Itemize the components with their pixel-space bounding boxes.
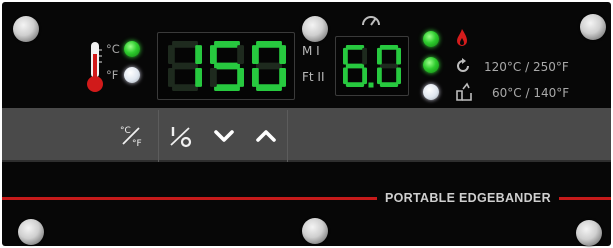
button-divider: [287, 110, 288, 162]
temperature-digit-1-segment-d: [172, 84, 198, 91]
temperature-digit-3-segment-g: [256, 62, 282, 70]
temperature-digit-2-segment-d: [214, 84, 240, 91]
temperature-digit-1-segment-a: [172, 41, 198, 48]
screw-icon: [576, 220, 602, 246]
fahrenheit-label: °F: [106, 68, 119, 82]
screw-icon: [302, 218, 328, 244]
speed-digit-1-segment-e: [343, 67, 348, 85]
cycle-led: [423, 57, 439, 73]
standby-icon: [456, 82, 472, 101]
speed-digit-1-segment-a: [345, 45, 365, 50]
celsius-fahrenheit-icon: °C °F: [120, 126, 142, 149]
chevron-down-icon: [214, 130, 234, 142]
temperature-digit-3-segment-f: [252, 45, 259, 64]
screw-icon: [18, 219, 44, 245]
speed-digit-1-segment-f: [343, 47, 348, 65]
celsius-label: °C: [106, 42, 120, 56]
temperature-digit-1-segment-e: [168, 68, 175, 87]
speed-digit-2-segment-d: [379, 82, 399, 87]
standby-led: [423, 84, 439, 100]
temperature-digit-2-segment-g: [214, 62, 240, 70]
speed-digit-1-segment-c: [362, 67, 367, 85]
temperature-digit-3-segment-c: [279, 68, 286, 87]
temperature-digit-3-segment-a: [256, 41, 282, 48]
svg-text:°F: °F: [132, 139, 142, 149]
control-bar: [2, 108, 611, 162]
temperature-digit-1-segment-b: [195, 45, 202, 64]
speed-digit-2-segment-a: [379, 45, 399, 50]
temperature-digit-2-segment-b: [237, 45, 244, 64]
screw-icon: [302, 16, 328, 42]
flame-icon: [457, 29, 467, 46]
screw-icon: [13, 16, 39, 42]
temperature-digit-3-segment-e: [252, 68, 259, 87]
speed-digit-2-segment-f: [377, 47, 382, 65]
temperature-display: [157, 32, 295, 100]
speed-digit-2-segment-c: [396, 67, 401, 85]
mode-label-m1: M I: [302, 44, 320, 58]
celsius-led: [124, 41, 140, 57]
power-button[interactable]: [159, 110, 201, 162]
temperature-digits: [168, 41, 286, 91]
temperature-digit-2-segment-f: [210, 45, 217, 64]
cycle-temp-label: 120°C / 250°F: [484, 60, 569, 74]
unit-toggle-button[interactable]: °C °F: [110, 110, 152, 162]
speed-digit-1-segment-g: [345, 63, 365, 69]
thermometer-icon: [87, 42, 103, 92]
screw-icon: [580, 14, 606, 40]
heat-led: [423, 31, 439, 47]
brand-name: PORTABLE EDGEBANDER: [377, 189, 559, 207]
temperature-digit-2-segment-c: [237, 68, 244, 87]
mode-label-ft2: Ft II: [302, 70, 325, 84]
chevron-up-icon: [256, 130, 276, 142]
temperature-digit-1-segment-g: [172, 62, 198, 70]
temperature-digit-1-segment-f: [168, 45, 175, 64]
temperature-digit-2-segment-a: [214, 41, 240, 48]
up-button[interactable]: [245, 110, 287, 162]
speed-digits: [343, 45, 401, 88]
power-toggle-icon: [170, 127, 192, 148]
speed-digit-2-segment-b: [396, 47, 401, 65]
speed-digit-1-segment-d: [345, 82, 365, 87]
speed-digit-2-segment-g: [379, 63, 399, 69]
gauge-icon: [362, 16, 380, 26]
speed-digit-2-segment-e: [377, 67, 382, 85]
speed-decimal-point: [368, 82, 374, 88]
speed-digit-1-segment-b: [362, 47, 367, 65]
speed-display: [335, 36, 409, 96]
svg-text:°C: °C: [120, 126, 131, 136]
standby-temp-label: 60°C / 140°F: [492, 86, 570, 100]
fahrenheit-led: [124, 67, 140, 83]
temperature-digit-2-segment-e: [210, 68, 217, 87]
temperature-digit-3-segment-b: [279, 45, 286, 64]
cycle-icon: [457, 58, 469, 72]
temperature-digit-3-segment-d: [256, 84, 282, 91]
down-button[interactable]: [203, 110, 245, 162]
temperature-digit-1-segment-c: [195, 68, 202, 87]
